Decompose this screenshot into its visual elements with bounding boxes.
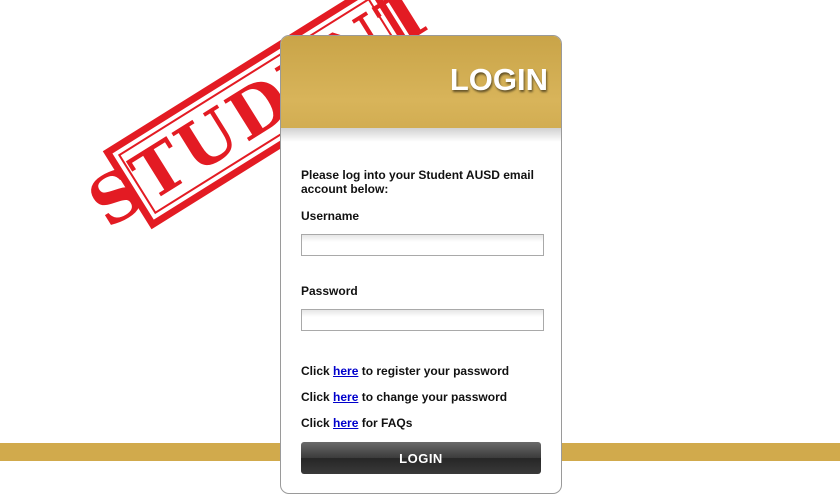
card-header: LOGIN — [281, 36, 561, 128]
page: STUDENT LOGIN Please log into your Stude… — [0, 0, 840, 502]
password-label: Password — [301, 284, 358, 298]
card-title: LOGIN — [449, 62, 548, 97]
register-password-line: Click here to register your password — [301, 364, 509, 378]
change-prefix: Click — [301, 390, 334, 404]
change-password-link[interactable]: here — [333, 390, 358, 404]
register-prefix: Click — [301, 364, 334, 378]
register-suffix: to register your password — [358, 364, 510, 378]
faqs-line: Click here for FAQs — [301, 416, 412, 430]
login-button[interactable]: LOGIN — [301, 442, 541, 474]
card-header-shadow — [281, 128, 561, 142]
change-password-line: Click here to change your password — [301, 390, 507, 404]
faqs-link[interactable]: here — [333, 416, 358, 430]
login-instructions: Please log into your Student AUSD email … — [301, 168, 534, 196]
change-suffix: to change your password — [358, 390, 508, 404]
faqs-prefix: Click — [301, 416, 334, 430]
faqs-suffix: for FAQs — [358, 416, 413, 430]
register-password-link[interactable]: here — [333, 364, 358, 378]
login-card: LOGIN Please log into your Student AUSD … — [280, 35, 562, 494]
username-label: Username — [301, 209, 360, 223]
password-input[interactable] — [301, 309, 544, 331]
username-input[interactable] — [301, 234, 544, 256]
